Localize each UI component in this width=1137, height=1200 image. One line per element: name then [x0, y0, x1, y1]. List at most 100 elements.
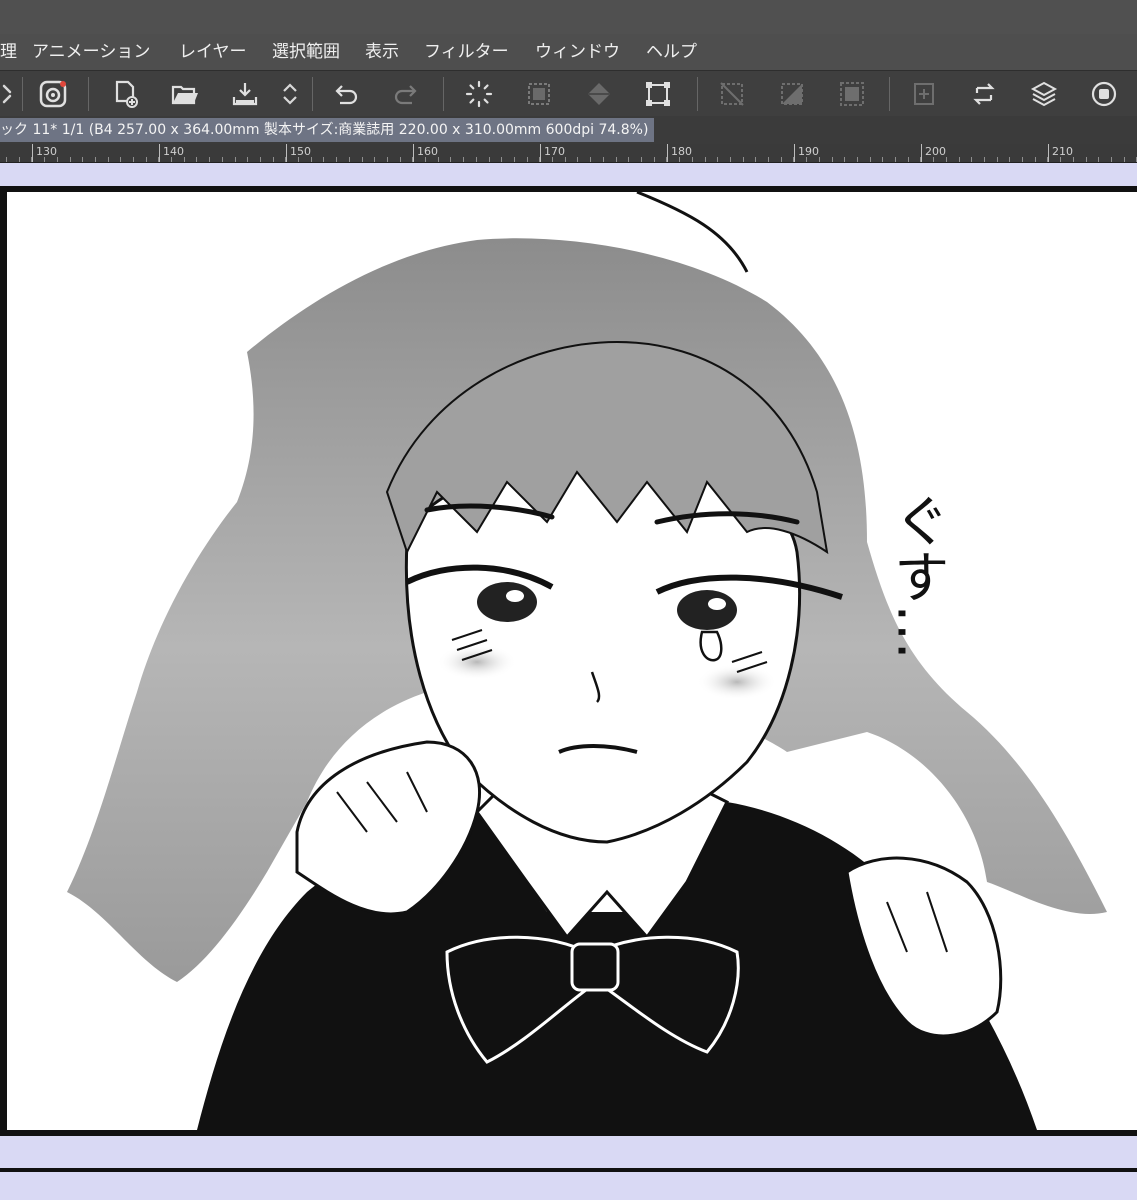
ruler-label: 180 [671, 145, 692, 158]
ruler-tick [323, 157, 324, 162]
ruler-tick [628, 157, 629, 162]
canvas-page[interactable]: ぐす… [0, 186, 1137, 1136]
invert-selection-icon[interactable] [775, 77, 809, 111]
ruler-tick [844, 157, 845, 162]
menu-window[interactable]: ウィンドウ [535, 40, 620, 64]
ruler-tick [946, 157, 947, 162]
manga-panel[interactable]: ぐす… [7, 192, 1137, 1130]
ruler-tick [501, 157, 502, 162]
new-document-icon[interactable] [108, 77, 142, 111]
ruler-tick [933, 157, 934, 162]
redo-icon[interactable] [389, 77, 423, 111]
select-all-icon[interactable] [522, 77, 556, 111]
ruler-label: 150 [290, 145, 311, 158]
chevron-icon[interactable] [0, 77, 18, 111]
swap-icon[interactable] [967, 77, 1001, 111]
menu-filter[interactable]: フィルター [424, 40, 509, 64]
ruler-label: 130 [36, 145, 57, 158]
ruler-tick [273, 157, 274, 162]
ruler-tick [793, 157, 794, 162]
ruler-tick [196, 157, 197, 162]
ruler-tick [743, 157, 744, 162]
clear-selection-icon[interactable] [715, 77, 749, 111]
tear [699, 630, 723, 662]
selection-border-icon[interactable] [835, 77, 869, 111]
menu-animation[interactable]: アニメーション [32, 40, 150, 64]
ruler-tick [679, 157, 680, 162]
ruler-tick [120, 157, 121, 162]
ruler-tick [44, 157, 45, 162]
ruler-tick [260, 157, 261, 162]
ruler-tick [489, 157, 490, 162]
ruler-tick [19, 157, 20, 162]
save-icon[interactable] [228, 77, 262, 111]
menu-help[interactable]: ヘルプ [646, 40, 697, 64]
ruler-tick [412, 157, 413, 162]
layers-icon[interactable] [1027, 77, 1061, 111]
ruler-tick [387, 157, 388, 162]
ruler-tick [70, 157, 71, 162]
ruler-tick [514, 157, 515, 162]
ruler-tick [362, 157, 363, 162]
ruler-tick [158, 157, 159, 162]
clip-studio-icon[interactable] [36, 77, 70, 111]
ruler-tick [133, 157, 134, 162]
ruler-tick [311, 157, 312, 162]
ruler-tick [476, 157, 477, 162]
page-border [0, 1168, 1137, 1172]
ruler-tick [146, 157, 147, 162]
ruler-tick [95, 157, 96, 162]
undo-icon[interactable] [329, 77, 363, 111]
ruler-tick [717, 157, 718, 162]
ruler-tick [1035, 157, 1036, 162]
ruler-tick [908, 157, 909, 162]
ruler-tick [247, 157, 248, 162]
mask-icon[interactable] [1087, 77, 1121, 111]
ruler-tick [603, 157, 604, 162]
ruler-tick [666, 157, 667, 162]
loading-icon[interactable] [462, 77, 496, 111]
ruler-tick [222, 157, 223, 162]
ruler-tick [870, 157, 871, 162]
transform-icon[interactable] [641, 77, 675, 111]
ruler-tick [616, 157, 617, 162]
ruler-tick [730, 157, 731, 162]
ruler-tick [336, 157, 337, 162]
ruler-label: 140 [163, 145, 184, 158]
ruler-tick [971, 157, 972, 162]
ruler-tick [755, 157, 756, 162]
ruler-tick [857, 157, 858, 162]
illustration: ぐす… [67, 192, 1107, 1130]
sfx-text: ぐす… [885, 492, 950, 660]
ruler-tick [984, 157, 985, 162]
ruler-tick [1073, 157, 1074, 162]
ruler-tick [1047, 157, 1048, 162]
canvas-tab-title[interactable]: ック 11* 1/1 (B4 257.00 x 364.00mm 製本サイズ:商… [0, 118, 655, 142]
ruler-tick [781, 157, 782, 162]
ruler-tick [895, 157, 896, 162]
ruler-tick [819, 157, 820, 162]
ruler-tick [692, 157, 693, 162]
ruler-tick [235, 157, 236, 162]
up-down-icon[interactable] [273, 77, 307, 111]
ruler-tick [997, 157, 998, 162]
ruler-tick [31, 157, 32, 162]
menu-view[interactable]: 表示 [365, 40, 399, 64]
menu-edit[interactable]: 理 [0, 40, 17, 64]
menu-selection[interactable]: 選択範囲 [272, 40, 340, 64]
menu-bar: 理 アニメーション レイヤー 選択範囲 表示 フィルター ウィンドウ ヘルプ [0, 34, 1137, 70]
ruler-tick [1060, 157, 1061, 162]
menu-layer[interactable]: レイヤー [179, 40, 247, 64]
ruler-tick [920, 157, 921, 162]
ruler-tick [705, 157, 706, 162]
ruler-tick [298, 157, 299, 162]
ruler-label: 190 [798, 145, 819, 158]
open-folder-icon[interactable] [168, 77, 202, 111]
ruler-tick [450, 157, 451, 162]
ruler-tick [82, 157, 83, 162]
ruler-tick [565, 157, 566, 162]
fill-icon[interactable] [582, 77, 616, 111]
ruler-tick [641, 157, 642, 162]
ruler-tick [463, 157, 464, 162]
crop-icon[interactable] [907, 77, 941, 111]
